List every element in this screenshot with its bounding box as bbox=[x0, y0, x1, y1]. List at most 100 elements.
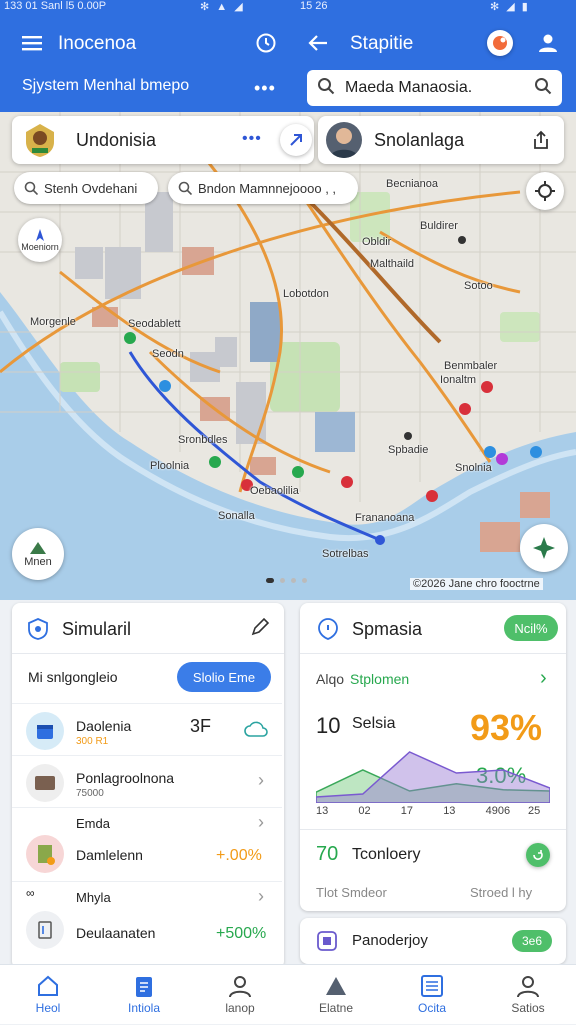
location-card-right[interactable]: Snolanlaga bbox=[318, 116, 564, 164]
notification-icon[interactable] bbox=[487, 30, 513, 56]
chart-tick-label: 4906 bbox=[485, 805, 511, 817]
big-number: 10 bbox=[316, 713, 341, 738]
compass-button[interactable]: Moeniorn bbox=[18, 218, 62, 262]
home-icon bbox=[35, 973, 61, 999]
chevron-right-icon[interactable]: › bbox=[258, 812, 264, 833]
box-icon bbox=[316, 930, 338, 957]
clock-icon[interactable] bbox=[254, 31, 278, 55]
user-icon bbox=[227, 973, 253, 999]
emblem-icon bbox=[22, 122, 58, 158]
nav-item-person[interactable]: Satios bbox=[480, 965, 576, 1025]
back-arrow-icon[interactable] bbox=[306, 31, 330, 55]
filter-pill[interactable]: Stenh Ovdehani bbox=[14, 172, 158, 204]
map-label: Sronbdles bbox=[178, 434, 228, 446]
link-row[interactable]: Alqo Stplomen bbox=[316, 671, 409, 687]
location-title-right: Snolanlaga bbox=[374, 130, 465, 150]
map-label: Becnianoa bbox=[386, 178, 438, 190]
nav-label: lanop bbox=[225, 1001, 255, 1015]
list-item[interactable]: Ponlagroolnona 75000 › bbox=[12, 755, 282, 807]
panel-title: Simularil bbox=[62, 619, 132, 639]
person-icon bbox=[515, 973, 541, 999]
bottom-item-label: Panoderjoy bbox=[352, 932, 428, 949]
list-item[interactable]: ∞ Mhyla › bbox=[12, 881, 282, 909]
list-item[interactable]: Damlelenn +.00% bbox=[12, 831, 282, 881]
bottom-nav: Heol Intiola lanop Elatne Ocita Satios bbox=[0, 964, 576, 1024]
map-attribution: ©2026 Jane chro fooctrne bbox=[410, 578, 543, 590]
more-options-icon[interactable]: ••• bbox=[242, 130, 262, 148]
status-badge: Ncil% bbox=[504, 615, 558, 641]
compass-icon bbox=[36, 229, 44, 241]
menu-icon[interactable] bbox=[20, 31, 44, 55]
nav-item-home[interactable]: Heol bbox=[0, 965, 96, 1025]
refresh-icon[interactable] bbox=[526, 843, 550, 867]
nav-item-list[interactable]: Ocita bbox=[384, 965, 480, 1025]
map-label: Lobotdon bbox=[283, 288, 329, 300]
search-value: Maeda Manaosia. bbox=[345, 79, 473, 96]
list-item-value: 3F bbox=[190, 716, 212, 736]
nav-item-clipboard[interactable]: Intiola bbox=[96, 965, 192, 1025]
search-submit-icon[interactable] bbox=[534, 77, 552, 100]
nav-item-map[interactable]: Elatne bbox=[288, 965, 384, 1025]
location-card-left[interactable]: Undonisia ••• bbox=[12, 116, 314, 164]
signal-icon: ✻ ▲ ◢ bbox=[200, 1, 245, 13]
battery-icon: ✻ ◢ ▮ bbox=[490, 1, 530, 13]
chevron-right-icon[interactable]: › bbox=[258, 886, 264, 907]
chevron-right-icon[interactable]: › bbox=[258, 770, 264, 791]
footer-left: Tlot Smdeor bbox=[316, 885, 387, 900]
panel-title: Spmasia bbox=[352, 619, 423, 639]
locate-icon[interactable] bbox=[526, 172, 564, 210]
map-label: Malthaild bbox=[370, 258, 415, 270]
clipboard-icon bbox=[131, 973, 157, 999]
list-item-value: +.00% bbox=[216, 847, 262, 864]
account-icon[interactable] bbox=[536, 31, 560, 55]
map-view[interactable]: Becnianoa Buldirer Obldir Malthaild Soto… bbox=[0, 112, 576, 600]
map-icon bbox=[323, 973, 349, 999]
map-label: Frananoana bbox=[355, 512, 415, 524]
map-label: Sotoo bbox=[464, 280, 493, 292]
map-label: Sonalla bbox=[218, 510, 255, 522]
map-label: Spbadie bbox=[388, 444, 429, 456]
list-item[interactable]: Deulaanaten +500% bbox=[12, 907, 282, 963]
chart-tick-label: 13 bbox=[443, 805, 456, 817]
nav-label: Elatne bbox=[318, 1001, 354, 1015]
map-label: Snolnia bbox=[455, 462, 492, 474]
nav-label: Intiola bbox=[127, 1001, 161, 1015]
nav-label: Ocita bbox=[417, 1001, 446, 1015]
list-item-sub: 300 R1 bbox=[76, 736, 109, 747]
more-dots-icon[interactable]: ••• bbox=[254, 78, 276, 99]
list-item[interactable]: Daolenia 300 R1 3F bbox=[12, 703, 282, 755]
status-bar: 133 01 Sanl l5 0.00P 15 26 ✻ ▲ ◢ ✻ ◢ ▮ bbox=[0, 0, 576, 14]
cloud-icon[interactable] bbox=[244, 716, 270, 747]
map-label: Buldirer bbox=[420, 220, 458, 232]
nav-item-user[interactable]: lanop bbox=[192, 965, 288, 1025]
layers-button[interactable]: Mnen bbox=[12, 528, 64, 580]
page-indicator bbox=[266, 578, 307, 583]
big-label: Selsia bbox=[352, 715, 396, 732]
list-item-name: Deulaanaten bbox=[76, 925, 156, 941]
map-label: Obldir bbox=[362, 236, 392, 248]
edit-icon[interactable] bbox=[250, 617, 270, 642]
nav-label: Heol bbox=[35, 1001, 61, 1015]
filter-pill[interactable]: Bndon Mamnnejoooo , , bbox=[168, 172, 358, 204]
map-label: Morgenle bbox=[30, 316, 76, 328]
list-item-sub: 75000 bbox=[76, 788, 104, 799]
chart-tick-label: 02 bbox=[358, 805, 371, 817]
navigate-icon[interactable] bbox=[280, 124, 312, 156]
book-icon bbox=[26, 835, 64, 873]
page-title: Inocenoa bbox=[58, 33, 137, 54]
avatar bbox=[326, 122, 362, 158]
bottom-item[interactable]: Panoderjoy 3e6 bbox=[300, 918, 566, 964]
info-icon bbox=[316, 617, 340, 646]
stat-label: Tconloery bbox=[352, 846, 421, 863]
chevron-right-icon[interactable]: › bbox=[540, 667, 547, 690]
share-icon[interactable] bbox=[532, 130, 550, 155]
nav-label: Satios bbox=[511, 1001, 545, 1015]
list-icon bbox=[419, 973, 445, 999]
action-button[interactable]: Slolio Eme bbox=[177, 662, 271, 692]
footer-right: Stroed l hy bbox=[470, 885, 533, 900]
status-left-text: 133 01 Sanl l5 0.00P bbox=[4, 0, 107, 12]
list-item-name: Mhyla bbox=[76, 890, 111, 905]
star-icon[interactable] bbox=[520, 524, 568, 572]
search-input[interactable]: Maeda Manaosia. bbox=[307, 70, 562, 106]
status-time: 15 26 bbox=[300, 0, 328, 12]
